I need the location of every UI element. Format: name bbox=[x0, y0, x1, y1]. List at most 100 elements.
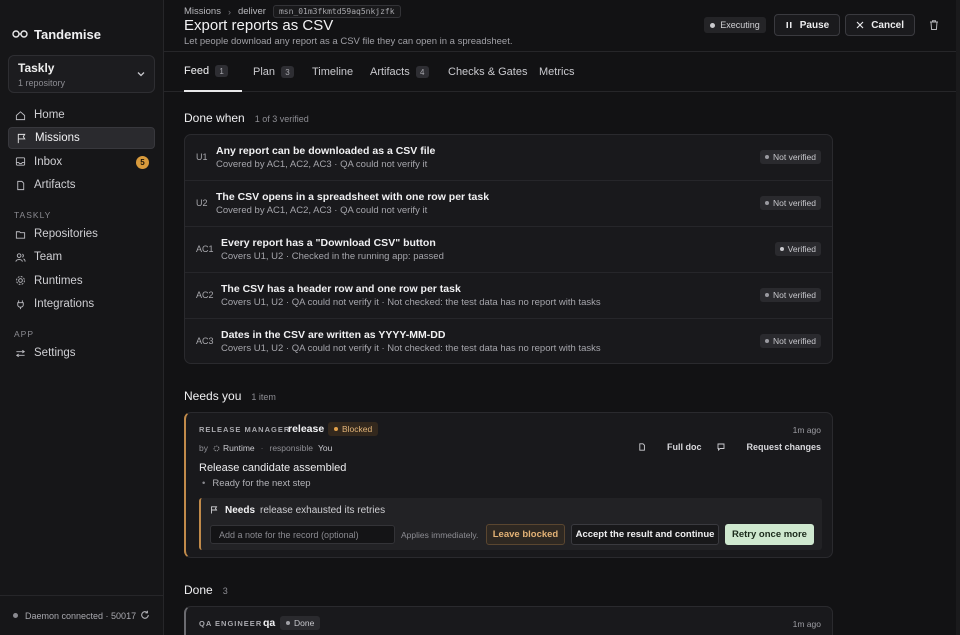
tab-plan[interactable]: Plan 3 bbox=[253, 52, 295, 92]
verification-label: Not verified bbox=[773, 152, 816, 162]
nav-main: Home Missions Inbox 5 Artifacts bbox=[8, 104, 155, 198]
tab-metrics[interactable]: Metrics bbox=[539, 52, 574, 92]
feed-scroll-area[interactable]: Done when 1 of 3 verified U1 Any report … bbox=[164, 93, 960, 635]
accept-continue-button[interactable]: Accept the result and continue bbox=[571, 524, 719, 545]
sidebar-item-runtimes[interactable]: Runtimes bbox=[8, 270, 155, 292]
criterion-row[interactable]: AC2 The CSV has a header row and one row… bbox=[185, 273, 832, 319]
nav-app: APP Settings bbox=[8, 326, 155, 365]
sidebar-section-app: APP bbox=[14, 329, 35, 339]
criterion-row[interactable]: U1 Any report can be downloaded as a CSV… bbox=[185, 135, 832, 181]
brand[interactable]: Tandemise bbox=[12, 20, 101, 48]
sidebar-item-label: Runtimes bbox=[34, 274, 83, 287]
inbox-count-badge: 5 bbox=[136, 155, 149, 169]
plug-icon bbox=[17, 300, 24, 309]
workspace-name: Taskly bbox=[18, 61, 55, 75]
section-done-when: Done when 1 of 3 verified bbox=[184, 111, 309, 125]
home-icon bbox=[15, 110, 26, 120]
card-actions: Full doc Request changes bbox=[622, 442, 821, 452]
tab-count: 3 bbox=[281, 66, 295, 78]
note-input[interactable] bbox=[210, 525, 395, 544]
section-summary: 1 of 3 verified bbox=[254, 114, 309, 124]
tab-timeline[interactable]: Timeline bbox=[312, 52, 353, 92]
tab-feed[interactable]: Feed 1 bbox=[184, 52, 242, 92]
breadcrumb-missions[interactable]: Missions bbox=[184, 6, 221, 17]
nav-taskly: TASKLY Repositories Team Runtimes Integr… bbox=[8, 207, 155, 317]
workspace-switcher[interactable]: Taskly 1 repository bbox=[8, 55, 155, 93]
scrollbar[interactable] bbox=[956, 0, 960, 635]
tab-label: Feed bbox=[184, 65, 210, 77]
status-dot bbox=[710, 22, 716, 28]
breadcrumb-phase[interactable]: deliver bbox=[238, 6, 266, 17]
leave-blocked-button[interactable]: Leave blocked bbox=[486, 524, 565, 545]
pause-button[interactable]: Pause bbox=[773, 14, 841, 36]
cancel-button[interactable]: Cancel bbox=[845, 14, 915, 36]
criterion-row[interactable]: U2 The CSV opens in a spreadsheet with o… bbox=[185, 181, 832, 227]
runtime-name: Runtime bbox=[222, 443, 255, 453]
daemon-status: Daemon connected · 50017 bbox=[0, 595, 163, 635]
tab-count: 1 bbox=[215, 65, 229, 77]
gear-icon bbox=[213, 445, 220, 451]
role-label: QA ENGINEER bbox=[199, 619, 263, 628]
timestamp: 1m ago bbox=[792, 619, 821, 629]
sidebar-item-label: Missions bbox=[35, 132, 80, 145]
page-title: Export reports as CSV bbox=[184, 17, 334, 34]
status-badge-label: Done bbox=[294, 618, 315, 628]
request-changes-link[interactable]: Request changes bbox=[717, 442, 821, 452]
section-title: Done when bbox=[184, 111, 245, 125]
users-icon bbox=[15, 253, 26, 262]
status-dot bbox=[765, 339, 769, 343]
tab-count: 4 bbox=[415, 66, 429, 78]
criterion-sub: Covers U1, U2 · QA could not verify it ·… bbox=[221, 343, 601, 354]
status-dot bbox=[779, 247, 784, 251]
criterion-row[interactable]: AC1 Every report has a "Download CSV" bu… bbox=[185, 227, 832, 273]
sidebar-item-settings[interactable]: Settings bbox=[8, 342, 155, 364]
tab-bar: Feed 1 Plan 3 Timeline Artifacts 4 Check… bbox=[164, 52, 960, 92]
criterion-title: The CSV has a header row and one row per… bbox=[221, 283, 461, 295]
trash-icon[interactable] bbox=[928, 19, 940, 31]
sidebar-item-label: Integrations bbox=[34, 298, 95, 311]
tab-artifacts[interactable]: Artifacts 4 bbox=[370, 52, 429, 92]
criterion-sub: Covers U1, U2 · QA could not verify it ·… bbox=[221, 297, 601, 308]
sidebar-item-artifacts[interactable]: Artifacts bbox=[8, 174, 155, 196]
status-dot bbox=[765, 155, 769, 159]
timestamp: 1m ago bbox=[792, 425, 821, 435]
gear-icon bbox=[16, 276, 25, 286]
sidebar-item-inbox[interactable]: Inbox 5 bbox=[8, 151, 155, 173]
sidebar-item-missions[interactable]: Missions bbox=[8, 127, 155, 150]
brand-name: Tandemise bbox=[34, 26, 101, 42]
verification-label: Verified bbox=[787, 244, 816, 254]
verification-badge: Not verified bbox=[760, 196, 821, 210]
status-badge: Executing bbox=[704, 17, 766, 33]
responsible-name: You bbox=[317, 443, 333, 453]
tab-label: Plan bbox=[253, 66, 276, 78]
criterion-id: AC1 bbox=[196, 244, 214, 254]
criterion-row[interactable]: AC3 Dates in the CSV are written as YYYY… bbox=[185, 319, 832, 363]
criterion-sub: Covered by AC1, AC2, AC3 · QA could not … bbox=[216, 205, 428, 216]
needs-label: Needs bbox=[225, 505, 256, 516]
sidebar-item-home[interactable]: Home bbox=[8, 104, 155, 126]
item-bullet: Ready for the next step bbox=[202, 478, 310, 489]
status-badge: Blocked bbox=[328, 422, 379, 436]
full-doc-link[interactable]: Full doc bbox=[638, 442, 701, 452]
status-badge-label: Executing bbox=[720, 20, 760, 30]
criterion-title: Dates in the CSV are written as YYYY-MM-… bbox=[221, 329, 446, 341]
runtime-ref[interactable]: Runtime bbox=[213, 443, 255, 453]
pause-button-label: Pause bbox=[799, 19, 830, 31]
verification-label: Not verified bbox=[773, 336, 816, 346]
criterion-title: The CSV opens in a spreadsheet with one … bbox=[216, 191, 490, 203]
daemon-status-text: Daemon connected · 50017 bbox=[25, 610, 137, 621]
status-dot bbox=[765, 201, 769, 205]
done-card[interactable]: QA ENGINEER qa Done 1m ago bbox=[184, 606, 833, 635]
sidebar-item-team[interactable]: Team bbox=[8, 246, 155, 268]
sidebar-item-repositories[interactable]: Repositories bbox=[8, 223, 155, 245]
tab-checks-gates[interactable]: Checks & Gates bbox=[448, 52, 527, 92]
mission-header: Missions › deliver msn_01m3fkmtd59aq5nkj… bbox=[164, 0, 960, 52]
retry-button[interactable]: Retry once more bbox=[725, 524, 814, 545]
verification-label: Not verified bbox=[773, 198, 816, 208]
byline: by Runtime · responsible You bbox=[199, 443, 332, 453]
sidebar-item-integrations[interactable]: Integrations bbox=[8, 293, 155, 315]
tab-label: Metrics bbox=[539, 66, 575, 78]
refresh-icon[interactable] bbox=[140, 610, 150, 620]
tab-label: Timeline bbox=[312, 66, 354, 78]
chevron-right-icon: › bbox=[227, 6, 231, 17]
